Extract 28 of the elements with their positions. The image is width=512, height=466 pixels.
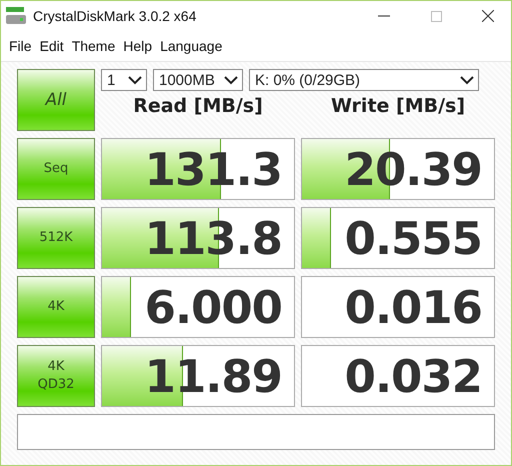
- minimize-icon: [378, 15, 390, 17]
- count-dropdown[interactable]: 1: [101, 69, 147, 91]
- chevron-down-icon: [460, 76, 474, 84]
- all-button[interactable]: All: [17, 69, 95, 131]
- column-header: Write [MB/s]: [330, 95, 466, 117]
- test-button[interactable]: 512K: [17, 207, 95, 269]
- app-icon: [5, 6, 27, 26]
- result-value: 0.016: [344, 284, 482, 330]
- chevron-down-icon: [224, 76, 238, 84]
- result-value: 0.032: [344, 354, 482, 398]
- chevron-down-icon: [128, 76, 142, 84]
- size-dropdown[interactable]: 1000MB: [153, 69, 243, 91]
- test-button[interactable]: Seq: [17, 138, 95, 200]
- menu-item[interactable]: Edit: [36, 36, 68, 56]
- window-title: CrystalDiskMark 3.0.2 x64: [33, 8, 198, 24]
- comment-field[interactable]: [17, 414, 495, 450]
- result-value: 0.555: [344, 216, 482, 260]
- maximize-icon: [430, 10, 442, 22]
- menu-item[interactable]: Theme: [68, 36, 120, 56]
- result-value: 6.000: [144, 284, 282, 330]
- close-icon: [482, 10, 494, 22]
- test-button[interactable]: 4K: [17, 276, 95, 338]
- column-header: Read [MB/s]: [133, 95, 263, 117]
- test-button[interactable]: 4K QD32: [17, 345, 95, 407]
- drive-dropdown[interactable]: K: 0% (0/29GB): [249, 69, 479, 91]
- menu-item[interactable]: File: [5, 36, 36, 56]
- menu-item[interactable]: Help: [119, 36, 156, 56]
- menu-item[interactable]: Language: [156, 36, 226, 56]
